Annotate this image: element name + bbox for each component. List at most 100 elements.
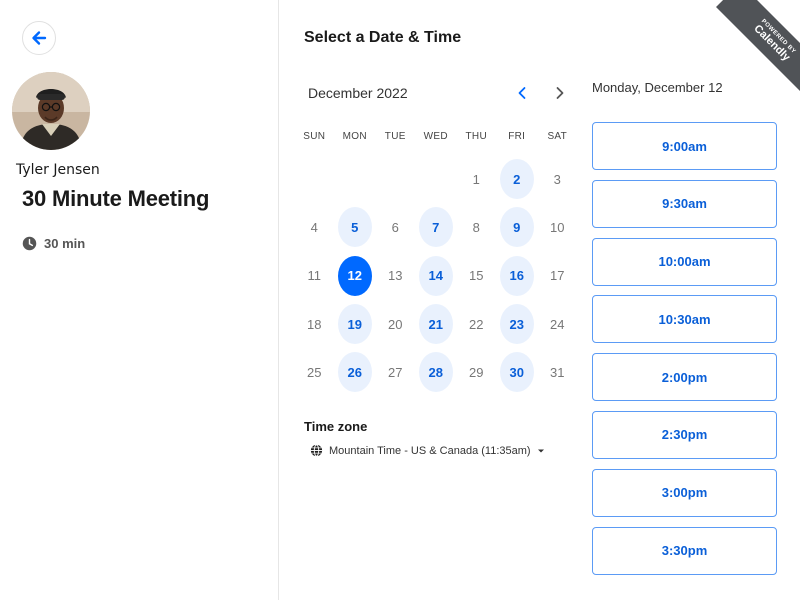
calendar-day[interactable]: 28	[416, 348, 457, 396]
calendar-day-number: 21	[418, 304, 453, 345]
calendar-days-grid: 1 2 3 4 5 6 7 8 9 10 11 12 13 14 15 16 17 18 19 20 21 22 23 24 2…	[294, 155, 578, 396]
calendar-day-number: 19	[337, 304, 372, 345]
event-duration: 30 min	[22, 236, 85, 251]
arrow-left-icon	[32, 31, 47, 45]
calendar-day-number: 29	[469, 364, 484, 380]
calendar-day-number: 20	[388, 316, 403, 332]
time-slot-button[interactable]: 2:30pm	[592, 410, 777, 459]
calendly-badge-link[interactable]: POWERED BY Calendly	[716, 0, 800, 99]
calendar-day-number: 4	[310, 219, 318, 235]
weekday-label: MON	[342, 131, 367, 142]
time-slot-button[interactable]: 9:00am	[592, 122, 777, 170]
caret-down-icon	[537, 449, 544, 452]
avatar	[12, 72, 90, 150]
calendar-day-number: 18	[307, 316, 322, 332]
calendar-day-number: 28	[418, 352, 453, 393]
calendar-day: 10	[537, 203, 578, 251]
event-title: 30 Minute Meeting	[22, 186, 210, 211]
calendar-day: 15	[456, 252, 497, 300]
time-slot-button[interactable]: 10:30am	[592, 295, 777, 344]
calendar-day-number: 5	[337, 207, 372, 248]
calendar-day-number: 8	[472, 219, 480, 235]
calendar-day-number: 14	[418, 255, 453, 296]
calendar-day-number: 6	[391, 219, 399, 235]
calendar-day-number: 11	[307, 268, 322, 284]
calendar-day-number: 7	[418, 207, 453, 248]
weekday-header: SUN MON TUE WED THU FRI SAT	[294, 131, 578, 142]
calendar-day[interactable]: 12	[335, 252, 376, 300]
time-slot-button[interactable]: 9:30am	[592, 179, 777, 228]
calendar-empty-cell	[375, 155, 416, 203]
calendar-day: 4	[294, 203, 335, 251]
calendar-day-number: 16	[499, 255, 534, 296]
calendar-day: 24	[537, 300, 578, 348]
calendar-day-number: 13	[388, 268, 403, 284]
calendar-day[interactable]: 16	[497, 252, 538, 300]
timezone-value: Mountain Time - US & Canada (11:35am)	[329, 444, 531, 457]
weekday-label: SUN	[303, 131, 326, 142]
calendar-day: 29	[456, 348, 497, 396]
powered-by-ribbon: POWERED BY Calendly	[690, 0, 800, 110]
time-slot-button[interactable]: 3:30pm	[592, 526, 777, 575]
calendar-day-number: 17	[550, 268, 565, 284]
calendar-day: 8	[456, 203, 497, 251]
calendar-day-number: 15	[469, 268, 484, 284]
calendar-day-number: 26	[337, 352, 372, 393]
calendar-empty-cell	[294, 155, 335, 203]
calendar-day: 27	[375, 348, 416, 396]
timezone-select[interactable]: Mountain Time - US & Canada (11:35am)	[310, 444, 545, 457]
calendar-day-number: 3	[553, 171, 561, 187]
weekday-label: WED	[423, 131, 448, 142]
calendar-day-number: 9	[499, 207, 534, 248]
chevron-left-icon	[518, 87, 526, 99]
time-slot-button[interactable]: 10:00am	[592, 237, 777, 286]
calendar-day-number: 31	[550, 364, 565, 380]
calendar-day[interactable]: 7	[416, 203, 457, 251]
calendar-day: 22	[456, 300, 497, 348]
calendar-day: 1	[456, 155, 497, 203]
calendar-day[interactable]: 5	[335, 203, 376, 251]
calendar-day[interactable]: 23	[497, 300, 538, 348]
calendar-day: 13	[375, 252, 416, 300]
weekday-label: FRI	[508, 131, 526, 142]
calendar-day[interactable]: 14	[416, 252, 457, 300]
calendar-day-number: 10	[550, 219, 565, 235]
weekday-label: THU	[465, 131, 487, 142]
globe-icon	[310, 444, 323, 457]
next-month-button[interactable]	[550, 83, 570, 103]
calendar-day: 25	[294, 348, 335, 396]
calendar-day-number: 1	[472, 171, 480, 187]
weekday-label: TUE	[384, 131, 406, 142]
page-title: Select a Date & Time	[304, 29, 462, 46]
host-name: Tyler Jensen	[16, 162, 100, 178]
calendar-day-number: 24	[550, 316, 565, 332]
time-slots-list: 9:00am 9:30am 10:00am 10:30am 2:00pm 2:3…	[592, 122, 777, 584]
time-slot-button[interactable]: 3:00pm	[592, 468, 777, 517]
back-button[interactable]	[22, 21, 56, 55]
calendar-day: 6	[375, 203, 416, 251]
calendar-day[interactable]: 26	[335, 348, 376, 396]
time-slot-button[interactable]: 2:00pm	[592, 353, 777, 402]
duration-label: 30 min	[44, 236, 86, 251]
calendar-day: 3	[537, 155, 578, 203]
calendar-day-number: 25	[307, 364, 322, 380]
chevron-right-icon	[556, 87, 564, 99]
calendar-empty-cell	[416, 155, 457, 203]
calendar-day-number: 23	[499, 304, 534, 345]
calendar-day: 20	[375, 300, 416, 348]
calendar-day-number: 22	[469, 316, 484, 332]
calendar-day[interactable]: 30	[497, 348, 538, 396]
calendar-day[interactable]: 9	[497, 203, 538, 251]
calendar-day[interactable]: 19	[335, 300, 376, 348]
calendar-day: 17	[537, 252, 578, 300]
calendar-day[interactable]: 2	[497, 155, 538, 203]
calendar-empty-cell	[335, 155, 376, 203]
clock-icon	[22, 236, 37, 251]
previous-month-button[interactable]	[512, 83, 532, 103]
calendar-day: 31	[537, 348, 578, 396]
calendar-day[interactable]: 21	[416, 300, 457, 348]
month-label: December 2022	[308, 85, 408, 101]
calendar-day-number: 12	[337, 255, 372, 296]
calendar-day-number: 2	[499, 159, 534, 200]
weekday-label: SAT	[547, 131, 568, 142]
